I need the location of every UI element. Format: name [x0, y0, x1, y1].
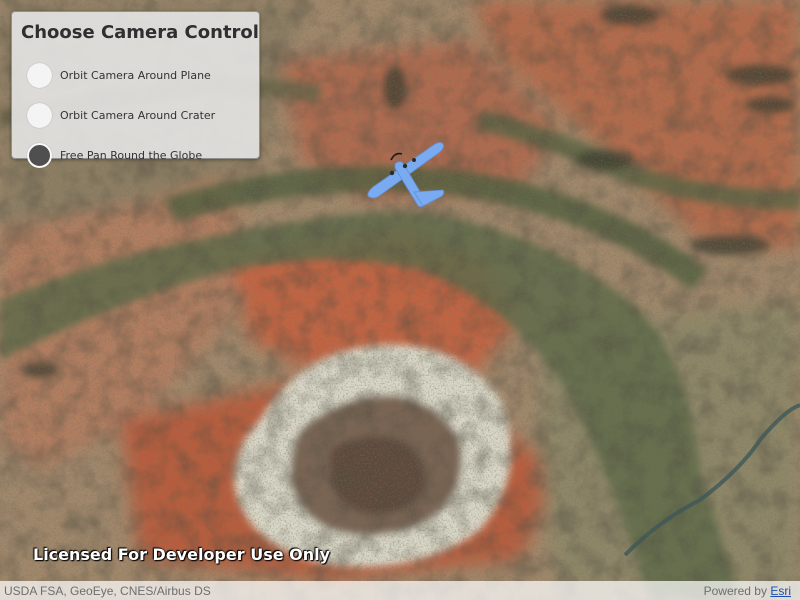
attribution-bar: USDA FSA, GeoEye, CNES/Airbus DS Powered… — [0, 581, 800, 600]
powered-by-label: Powered by — [703, 584, 767, 598]
option-label: Orbit Camera Around Crater — [60, 108, 216, 122]
option-label: Orbit Camera Around Plane — [60, 68, 211, 82]
radio-button-selected[interactable] — [27, 142, 52, 168]
radio-button[interactable] — [27, 102, 52, 128]
option-free-pan[interactable]: Free Pan Round the Globe — [27, 141, 202, 169]
attribution-sources: USDA FSA, GeoEye, CNES/Airbus DS — [4, 584, 211, 598]
camera-control-panel: Choose Camera Control Orbit Camera Aroun… — [11, 11, 260, 168]
airplane-icon[interactable] — [365, 138, 451, 214]
esri-link[interactable]: Esri — [770, 584, 791, 598]
powered-by: Powered by Esri — [704, 584, 791, 598]
option-label: Free Pan Round the Globe — [60, 148, 203, 162]
option-orbit-crater[interactable]: Orbit Camera Around Crater — [27, 101, 215, 129]
panel-title: Choose Camera Control — [21, 22, 259, 43]
option-orbit-plane[interactable]: Orbit Camera Around Plane — [27, 61, 211, 89]
radio-button[interactable] — [27, 62, 52, 88]
developer-license-watermark: Licensed For Developer Use Only — [33, 545, 331, 564]
